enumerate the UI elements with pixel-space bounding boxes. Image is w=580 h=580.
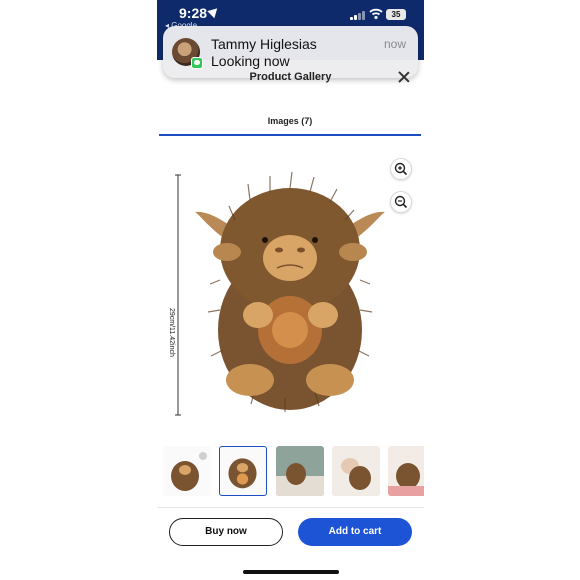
phone-screen: 9:28 ◂ Google 35 Tammy Higlesias Looking…: [157, 0, 424, 580]
dimension-label: 29cm/11.42inch: [168, 308, 175, 357]
add-to-cart-button[interactable]: Add to cart: [298, 518, 412, 546]
thumbnail-strip[interactable]: [163, 446, 424, 496]
close-icon[interactable]: [397, 70, 411, 84]
wifi-icon: [369, 8, 383, 20]
tab-images[interactable]: Images (7): [159, 116, 421, 136]
zoom-in-icon[interactable]: [390, 158, 412, 180]
zoom-out-icon[interactable]: [390, 191, 412, 213]
messages-icon: [191, 57, 203, 69]
sheet-title: Product Gallery: [249, 71, 332, 83]
thumbnail-4[interactable]: [332, 446, 380, 496]
page: 9:28 ◂ Google 35 Tammy Higlesias Looking…: [0, 0, 580, 580]
thumbnail-3[interactable]: [276, 446, 324, 496]
tab-underline: [159, 134, 421, 136]
notification-sender: Tammy Higlesias: [211, 36, 317, 52]
signal-icon: [350, 10, 366, 20]
notification-time: now: [383, 37, 406, 51]
divider: [157, 507, 424, 508]
home-indicator[interactable]: [243, 570, 339, 574]
buy-now-button[interactable]: Buy now: [169, 518, 283, 546]
battery-icon: 35: [386, 9, 406, 20]
product-image[interactable]: 29cm/11.42inch: [165, 140, 415, 430]
status-time: 9:28: [179, 5, 208, 21]
thumbnail-5[interactable]: [388, 446, 424, 496]
thumbnail-2-selected[interactable]: [219, 446, 267, 496]
plush-highland-cow-image: [175, 171, 385, 416]
notification-message: Looking now: [211, 53, 290, 69]
location-icon: [207, 4, 221, 19]
thumbnail-1[interactable]: [163, 446, 211, 496]
